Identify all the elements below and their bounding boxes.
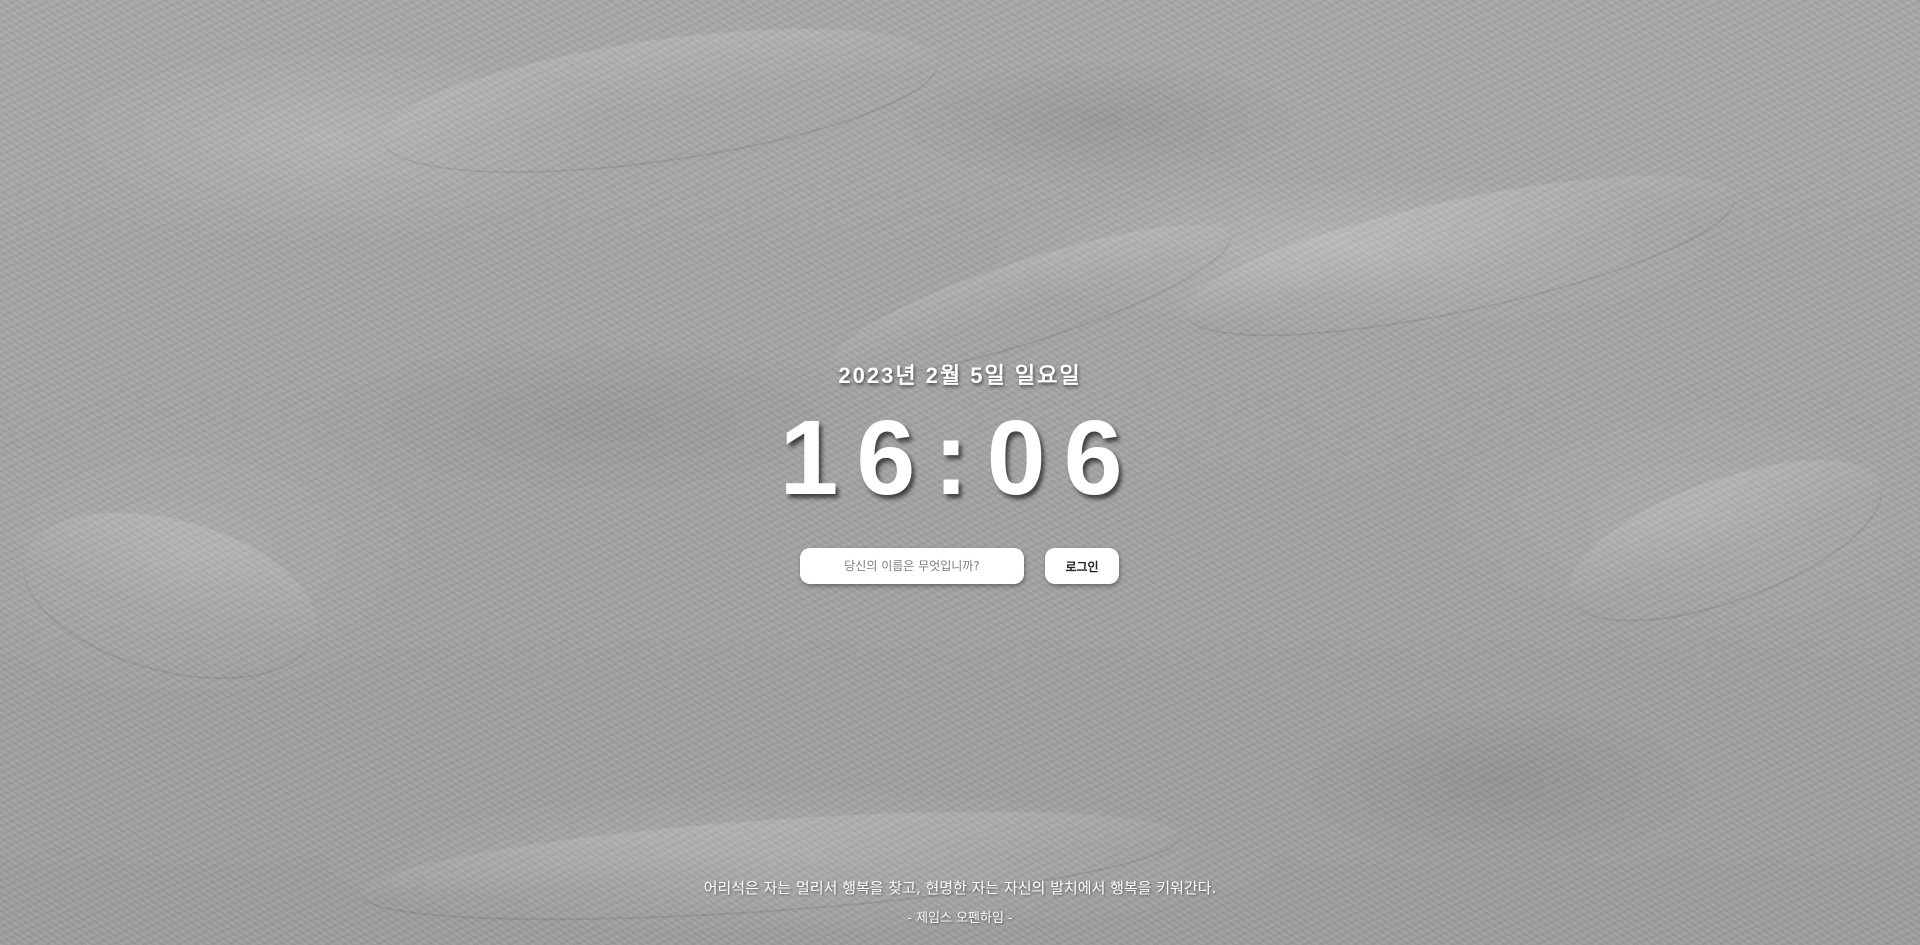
name-input[interactable] xyxy=(800,548,1024,584)
quote-author: - 제임스 오펜하임 - xyxy=(907,911,1013,926)
clock-display: 16:06 xyxy=(779,399,1141,517)
date-display: 2023년 2월 5일 일요일 xyxy=(838,363,1082,388)
login-button[interactable]: 로그인 xyxy=(1045,548,1119,584)
quote-text: 어리석은 자는 멀리서 행복을 찾고, 현명한 자는 자신의 발치에서 행복을 … xyxy=(703,879,1217,897)
main-panel: 2023년 2월 5일 일요일 16:06 로그인 어리석은 자는 멀리서 행복… xyxy=(0,0,1920,945)
login-form: 로그인 xyxy=(800,548,1119,584)
